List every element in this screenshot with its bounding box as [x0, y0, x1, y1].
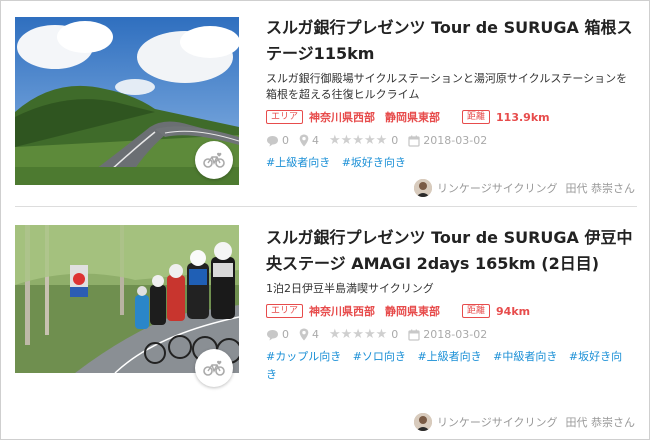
star-rating-icons: ★★★★★ [329, 133, 388, 148]
hashtag-link[interactable]: #ソロ向き [353, 350, 406, 363]
course-card[interactable]: スルガ銀行プレゼンツ Tour de SURUGA 伊豆中央ステージ AMAGI… [1, 207, 649, 439]
course-tags: エリア 神奈川県西部 静岡県東部 距離 113.9km [266, 109, 638, 125]
course-tags: エリア 神奈川県西部 静岡県東部 距離 94km [266, 303, 638, 319]
star-rating-icons: ★★★★★ [329, 327, 388, 342]
author-name: 田代 恭崇さん [565, 416, 636, 429]
course-meta: 0 4 ★★★★★ 0 2018-03-02 [266, 133, 638, 148]
post-date: 2018-03-02 [408, 134, 487, 147]
pin-count: 4 [299, 134, 319, 147]
rating: ★★★★★ 0 [329, 327, 399, 342]
distance-value: 94km [496, 304, 531, 318]
author[interactable]: リンケージサイクリング 田代 恭崇さん [413, 413, 636, 431]
calendar-icon [408, 135, 420, 147]
avatar [413, 179, 432, 197]
hashtag-list: #上級者向き #坂好き向き [266, 154, 638, 172]
course-title[interactable]: スルガ銀行プレゼンツ Tour de SURUGA 箱根ステージ115km [266, 15, 638, 67]
bicycle-heart-icon[interactable] [195, 349, 233, 387]
post-date: 2018-03-02 [408, 328, 487, 341]
course-title[interactable]: スルガ銀行プレゼンツ Tour de SURUGA 伊豆中央ステージ AMAGI… [266, 225, 638, 277]
area-name: 神奈川県西部 [309, 305, 376, 318]
course-list: スルガ銀行プレゼンツ Tour de SURUGA 箱根ステージ115km スル… [0, 0, 650, 440]
comment-count: 0 [266, 134, 289, 147]
hashtag-link[interactable]: #中級者向き [493, 350, 557, 363]
calendar-icon [408, 329, 420, 341]
course-thumbnail[interactable] [15, 17, 239, 185]
distance-value: 113.9km [496, 110, 550, 124]
course-meta: 0 4 ★★★★★ 0 2018-03-02 [266, 327, 638, 342]
hashtag-link[interactable]: #上級者向き [266, 156, 330, 169]
author-name: 田代 恭崇さん [565, 182, 636, 195]
hashtag-list: #カップル向き #ソロ向き #上級者向き #中級者向き #坂好き向き [266, 348, 638, 384]
course-card[interactable]: スルガ銀行プレゼンツ Tour de SURUGA 箱根ステージ115km スル… [1, 1, 649, 206]
author[interactable]: リンケージサイクリング 田代 恭崇さん [413, 179, 636, 197]
course-thumbnail[interactable] [15, 225, 239, 393]
hashtag-link[interactable]: #上級者向き [417, 350, 481, 363]
pin-icon [299, 134, 309, 147]
rating: ★★★★★ 0 [329, 133, 399, 148]
course-description: 1泊2日伊豆半島満喫サイクリング [266, 282, 434, 295]
course-info: スルガ銀行プレゼンツ Tour de SURUGA 箱根ステージ115km スル… [266, 15, 638, 172]
pin-count: 4 [299, 328, 319, 341]
area-name: 静岡県東部 [385, 111, 441, 124]
distance-tag: 距離 [462, 110, 491, 124]
comment-icon [267, 329, 278, 340]
hashtag-link[interactable]: #坂好き向き [342, 156, 406, 169]
hashtag-link[interactable]: #カップル向き [266, 350, 341, 363]
author-org: リンケージサイクリング [436, 416, 558, 429]
comment-count: 0 [266, 328, 289, 341]
area-name: 神奈川県西部 [309, 111, 376, 124]
area-tag: エリア [266, 304, 304, 318]
distance-tag: 距離 [462, 304, 491, 318]
comment-icon [267, 135, 278, 146]
author-org: リンケージサイクリング [436, 182, 558, 195]
area-name: 静岡県東部 [385, 305, 441, 318]
course-description: スルガ銀行御殿場サイクルステーションと湯河原サイクルステーションを箱根を超える往… [266, 72, 628, 101]
bicycle-heart-icon[interactable] [195, 141, 233, 179]
course-info: スルガ銀行プレゼンツ Tour de SURUGA 伊豆中央ステージ AMAGI… [266, 225, 638, 384]
pin-icon [299, 328, 309, 341]
area-tag: エリア [266, 110, 304, 124]
avatar [413, 413, 432, 431]
